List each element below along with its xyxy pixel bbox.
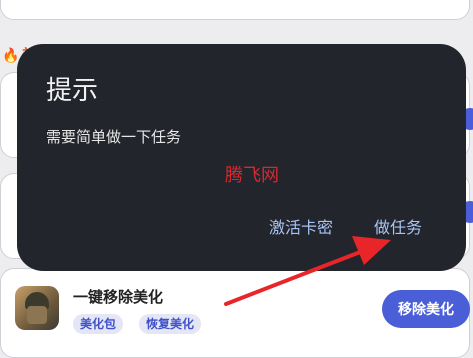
dialog-title: 提示 (46, 76, 99, 106)
game-character-icon (15, 286, 59, 330)
dialog-message: 需要简单做一下任务 (46, 128, 182, 146)
item-title: 一键移除美化 (73, 288, 164, 306)
background-card-top (0, 0, 470, 20)
tag-restore-beautify: 恢复美化 (139, 314, 202, 334)
flame-icon: 🔥 (2, 48, 20, 64)
do-task-button[interactable]: 做任务 (374, 214, 422, 238)
remove-beautify-button[interactable]: 移除美化 (382, 290, 470, 328)
prompt-dialog: 提示 需要简单做一下任务 腾飞网 激活卡密 做任务 (17, 44, 466, 271)
activate-card-button[interactable]: 激活卡密 (269, 214, 333, 238)
watermark: 腾飞网 (225, 165, 279, 186)
tag-beautify-pack: 美化包 (73, 314, 124, 334)
